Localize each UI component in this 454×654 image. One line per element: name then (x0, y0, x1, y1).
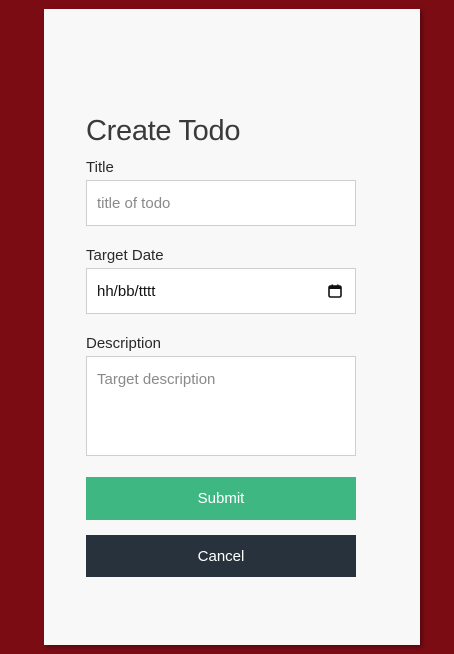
title-input[interactable]: title of todo (86, 180, 356, 226)
submit-button[interactable]: Submit (86, 477, 356, 520)
title-placeholder: title of todo (97, 194, 171, 212)
page-title: Create Todo (86, 115, 241, 147)
cancel-button[interactable]: Cancel (86, 535, 356, 577)
target-date-input[interactable]: hh/bb/tttt (86, 268, 356, 314)
create-todo-form: Create Todo Title title of todo Target D… (86, 112, 356, 577)
submit-button-label: Submit (197, 490, 245, 507)
description-label: Description (86, 335, 162, 352)
target-date-value: hh/bb/tttt (97, 282, 156, 300)
target-date-label: Target Date (86, 247, 164, 264)
description-placeholder: Target description (97, 371, 216, 388)
description-textarea[interactable]: Target description (86, 356, 356, 456)
title-label: Title (86, 159, 114, 176)
calendar-icon[interactable] (328, 284, 342, 298)
cancel-button-label: Cancel (197, 547, 245, 565)
create-todo-card: Create Todo Title title of todo Target D… (44, 9, 420, 645)
